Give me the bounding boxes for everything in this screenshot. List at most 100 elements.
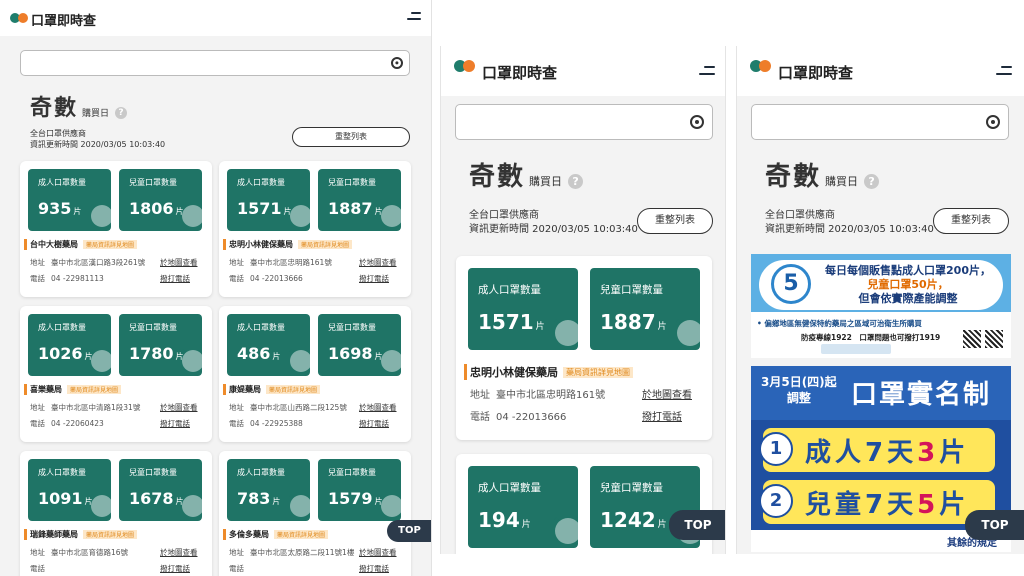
pharmacy-name: 台中大樹藥局 藥局資訊詳見地圖 xyxy=(23,239,138,250)
locate-icon[interactable] xyxy=(986,115,1000,129)
address-value: 臺中市北區育德路16號 xyxy=(51,548,129,557)
search-input[interactable] xyxy=(20,50,410,76)
child-mask-tile: 兒童口罩數量 1780 片 xyxy=(119,314,202,376)
check-icon xyxy=(182,205,202,227)
parity-label: 購買日 xyxy=(825,175,859,188)
call-link[interactable]: 撥打電話 xyxy=(359,273,389,284)
pharmacy-card[interactable]: 成人口罩數量 1026 片 兒童口罩數量 1780 片喜樂藥局 藥局資訊詳見地圖 地址 臺中市北… xyxy=(20,306,212,442)
phone-value: 04 -22013666 xyxy=(250,274,303,283)
address-value: 臺中市北區漢口路3段261號 xyxy=(51,258,146,267)
adult-mask-tile: 成人口罩數量 1026 片 xyxy=(28,314,111,376)
pharmacy-card[interactable]: 成人口罩數量 486 片 兒童口罩數量 1698 片康媞藥局 藥局資訊詳見地圖 地址 臺中市北區… xyxy=(219,306,411,442)
address-row: 地址 臺中市北區山西路二段125號 xyxy=(229,402,347,413)
menu-icon[interactable] xyxy=(407,12,421,22)
adult-mask-tile: 成人口罩數量 194 片 xyxy=(468,466,578,548)
check-icon xyxy=(91,350,111,372)
adult-mask-label: 成人口罩數量 xyxy=(237,178,285,187)
map-link[interactable]: 於地圖查看 xyxy=(160,547,198,558)
reset-list-button[interactable]: 重整列表 xyxy=(933,208,1009,234)
rule-unit: 片 xyxy=(939,490,970,520)
phone-row: 電話 04 -22013666 xyxy=(229,273,303,284)
address-value: 臺中市北區山西路二段125號 xyxy=(250,403,347,412)
phone-value: 04 -22060423 xyxy=(51,419,104,428)
top-button[interactable]: TOP xyxy=(387,520,431,542)
reset-list-button[interactable]: 重整列表 xyxy=(292,127,410,147)
map-note-badge: 藥局資訊詳見地圖 xyxy=(83,530,138,539)
pharmacy-card[interactable]: 成人口罩數量 1091 片 兒童口罩數量 1678 片瑞鋒藥師藥局 藥局資訊詳見地圖 地址 臺中… xyxy=(20,451,212,576)
map-link[interactable]: 於地圖查看 xyxy=(160,257,198,268)
search-input[interactable] xyxy=(455,104,713,140)
unit-label: 片 xyxy=(272,497,281,506)
adult-mask-count: 1091 片 xyxy=(38,489,93,508)
app-header: 口罩即時查 xyxy=(441,46,725,96)
call-link[interactable]: 撥打電話 xyxy=(359,563,389,574)
help-icon[interactable]: ? xyxy=(115,107,128,119)
help-icon[interactable]: ? xyxy=(568,174,584,189)
supplier-text: 全台口罩供應商 xyxy=(765,210,835,221)
rule-count: 3 xyxy=(917,438,940,468)
map-link[interactable]: 於地圖查看 xyxy=(359,547,397,558)
adult-mask-label: 成人口罩數量 xyxy=(38,468,86,477)
menu-icon[interactable] xyxy=(996,66,1012,76)
map-link[interactable]: 於地圖查看 xyxy=(359,257,397,268)
phone-value: 04 -22013666 xyxy=(496,412,567,423)
adult-mask-label: 成人口罩數量 xyxy=(38,323,86,332)
updated-text: 資訊更新時間 2020/03/05 10:03:40 xyxy=(30,139,166,149)
check-icon xyxy=(555,518,578,544)
parity-value: 奇數 xyxy=(469,162,526,192)
address-row: 地址 臺中市北區太原路二段11號1樓 xyxy=(229,547,354,558)
menu-icon[interactable] xyxy=(699,66,715,76)
poster-headline: 口罩實名制 xyxy=(851,380,992,410)
check-icon xyxy=(677,320,700,346)
check-icon xyxy=(91,205,111,227)
child-mask-count: 1887 片 xyxy=(328,199,383,218)
pharmacy-card[interactable]: 成人口罩數量 935 片 兒童口罩數量 1806 片台中大樹藥局 藥局資訊詳見地圖 地址 臺中市… xyxy=(20,161,212,297)
pharmacy-name: 瑞鋒藥師藥局 藥局資訊詳見地圖 xyxy=(23,529,138,540)
call-link[interactable]: 撥打電話 xyxy=(359,418,389,429)
check-icon xyxy=(91,495,111,517)
poster-number-badge: 5 xyxy=(771,264,811,304)
call-link[interactable]: 撥打電話 xyxy=(160,563,190,574)
adult-mask-tile: 成人口罩數量 935 片 xyxy=(28,169,111,231)
top-button[interactable]: TOP xyxy=(965,510,1024,540)
unit-label: 片 xyxy=(521,520,531,530)
adult-mask-count: 194 片 xyxy=(478,508,531,532)
help-icon[interactable]: ? xyxy=(864,174,880,189)
pharmacy-card[interactable]: 成人口罩數量 783 片 兒童口罩數量 1579 片多倫多藥局 藥局資訊詳見地圖 地址 臺中市北… xyxy=(219,451,411,576)
pharmacy-card[interactable]: 成人口罩數量 194 片 兒童口罩數量 1242 片 xyxy=(456,454,712,554)
rule-adult: 1 成人7天3片 xyxy=(759,428,995,472)
top-button[interactable]: TOP xyxy=(669,510,725,540)
unit-label: 片 xyxy=(73,207,82,216)
phone-row: 電話 04 -22981113 xyxy=(30,273,104,284)
poster-hotline: 防疫專線1922 口罩問題也可撥打1919 xyxy=(801,333,941,342)
call-link[interactable]: 撥打電話 xyxy=(642,408,682,423)
poster-date: 3月5日(四)起 xyxy=(761,375,837,389)
search-input[interactable] xyxy=(751,104,1009,140)
locate-icon[interactable] xyxy=(690,115,704,129)
check-icon xyxy=(555,320,578,346)
screen-list-view: 口罩即時查 奇數 購買日 ? 全台口罩供應商 資訊更新時間 2020/03/05… xyxy=(0,0,432,576)
child-mask-count: 1579 片 xyxy=(328,489,383,508)
pharmacy-card[interactable]: 成人口罩數量 1571 片 兒童口罩數量 1887 片忠明小林健保藥局 藥局資訊詳見地圖 地址… xyxy=(219,161,411,297)
address-label: 地址 xyxy=(229,403,244,412)
child-mask-tile: 兒童口罩數量 1678 片 xyxy=(119,459,202,521)
parity-indicator: 奇數 購買日 ? xyxy=(30,90,128,122)
address-label: 地址 xyxy=(229,258,244,267)
call-link[interactable]: 撥打電話 xyxy=(160,273,190,284)
call-link[interactable]: 撥打電話 xyxy=(160,418,190,429)
reset-list-button[interactable]: 重整列表 xyxy=(637,208,713,234)
supplier-text: 全台口罩供應商 xyxy=(30,129,86,138)
map-link[interactable]: 於地圖查看 xyxy=(160,402,198,413)
phone-value: 04 -22925388 xyxy=(250,419,303,428)
unit-label: 片 xyxy=(272,352,281,361)
child-mask-tile: 兒童口罩數量 1698 片 xyxy=(318,314,401,376)
phone-label: 電話 xyxy=(30,274,45,283)
map-link[interactable]: 於地圖查看 xyxy=(359,402,397,413)
child-mask-count: 1242 片 xyxy=(600,508,667,532)
rule-child: 2 兒童7天5片 xyxy=(759,480,995,524)
app-header: 口罩即時查 xyxy=(737,46,1024,96)
pharmacy-card[interactable]: 成人口罩數量 1571 片 兒童口罩數量 1887 片忠明小林健保藥局 藥局資訊詳見地圖 地址… xyxy=(456,256,712,440)
map-link[interactable]: 於地圖查看 xyxy=(642,386,692,401)
locate-icon[interactable] xyxy=(391,57,403,69)
check-icon xyxy=(290,495,310,517)
